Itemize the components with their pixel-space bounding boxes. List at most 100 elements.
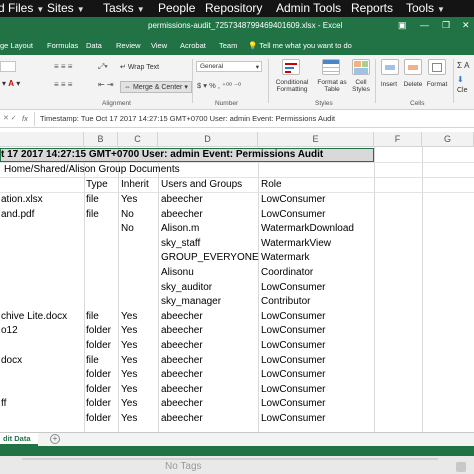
nav-item-repository[interactable]: Repository: [205, 1, 262, 15]
panel-handle[interactable]: [456, 462, 466, 472]
nav-item-admin-tools[interactable]: Admin Tools: [276, 1, 341, 15]
ribbon-tabs: ge Layout Formulas Data Review View Acro…: [0, 35, 474, 55]
number-format-dropdown[interactable]: General ▾: [196, 61, 262, 72]
role-cell: LowConsumer: [261, 354, 326, 366]
fill-color-icon[interactable]: ▾ A ▾: [2, 79, 20, 88]
tab-team[interactable]: Team: [219, 41, 237, 50]
user-cell: abeecher: [161, 340, 203, 351]
chevron-down-icon: ▼: [437, 5, 445, 14]
type-cell: folder: [86, 413, 112, 424]
tab-view[interactable]: View: [151, 41, 167, 50]
inherit-cell: Yes: [121, 340, 138, 351]
inherit-cell: No: [121, 208, 134, 220]
sheet-tab-bar: dit Data +: [0, 432, 474, 446]
role-cell: LowConsumer: [261, 413, 326, 424]
window-title: permissions-audit_7257348799469401609.xl…: [148, 21, 343, 30]
ribbon-display-icon[interactable]: ▣: [398, 20, 407, 31]
nav-item-reports[interactable]: Reports: [351, 1, 393, 15]
cells-group-label: Cells: [410, 100, 425, 107]
fill-icon[interactable]: ⬇: [457, 75, 464, 84]
column-header-g[interactable]: G: [422, 132, 474, 147]
audit-banner-text: t 17 2017 14:27:15 GMT+0700 User: admin …: [1, 149, 324, 160]
format-as-table-icon: [322, 59, 340, 75]
inherit-cell: Yes: [121, 354, 138, 366]
file-name-cell: ff: [1, 398, 7, 410]
orientation-icon[interactable]: ⤢▾: [98, 62, 108, 72]
minimize-icon[interactable]: —: [420, 20, 429, 30]
tab-review[interactable]: Review: [116, 41, 141, 50]
format-button[interactable]: Format: [424, 81, 450, 88]
align-left-icon[interactable]: ≡ ≡ ≡: [54, 80, 72, 89]
column-header-a[interactable]: [0, 132, 84, 147]
column-header-b[interactable]: B: [84, 132, 118, 147]
role-cell: LowConsumer: [261, 369, 326, 381]
merge-center-button[interactable]: ⇔ Merge & Center ▾: [120, 81, 192, 93]
autosum-icon[interactable]: Σ A: [457, 61, 470, 70]
sheet-tab-audit-data[interactable]: dit Data: [0, 433, 38, 446]
type-cell: folder: [86, 325, 112, 337]
inherit-cell: Yes: [121, 383, 138, 395]
number-group-label: Number: [215, 100, 239, 107]
role-cell: Coordinator: [261, 267, 314, 278]
restore-icon[interactable]: ❐: [442, 20, 450, 31]
tell-me-box[interactable]: 💡 Tell me what you want to do: [248, 41, 352, 50]
wrap-text-button[interactable]: ↵ Wrap Text: [120, 63, 159, 71]
tags-label: No Tags: [165, 461, 202, 472]
format-cells-icon: [428, 59, 446, 75]
currency-format-icon[interactable]: $ ▾ % , ⁺⁰⁰ ⁻⁰: [197, 81, 241, 90]
user-cell: abeecher: [161, 194, 203, 205]
tab-page-layout[interactable]: ge Layout: [0, 41, 33, 50]
role-cell: LowConsumer: [261, 325, 326, 337]
column-header-d[interactable]: D: [158, 132, 258, 147]
function-icon[interactable]: fx: [22, 114, 28, 123]
type-cell: file: [86, 194, 99, 205]
tab-formulas[interactable]: Formulas: [47, 41, 78, 50]
user-cell: abeecher: [161, 383, 203, 395]
type-cell: folder: [86, 398, 112, 410]
inherit-cell: Yes: [121, 398, 138, 410]
bottom-panel: No Tags: [0, 456, 474, 474]
indent-icon[interactable]: ⇤ ⇥: [98, 80, 114, 89]
cell-styles-icon: [352, 59, 370, 75]
insert-button[interactable]: Insert: [377, 81, 401, 88]
user-cell: abeecher: [161, 369, 203, 381]
formula-bar: ✕ ✓ fx Timestamp: Tue Oct 17 2017 14:27:…: [0, 110, 474, 128]
spreadsheet-grid[interactable]: B C D E F G t 17 2017 14:27:15 GMT+0700 …: [0, 128, 474, 432]
formula-input[interactable]: Timestamp: Tue Oct 17 2017 14:27:15 GMT+…: [40, 114, 335, 123]
user-cell: abeecher: [161, 398, 203, 410]
nav-item-files[interactable]: d Files ▼: [0, 1, 44, 15]
font-size-dropdown[interactable]: [0, 61, 16, 72]
column-header-e[interactable]: E: [258, 132, 374, 147]
nav-item-tools[interactable]: Tools ▼: [406, 1, 445, 15]
column-header-f[interactable]: F: [374, 132, 422, 147]
horizontal-scrollbar[interactable]: [22, 458, 438, 460]
align-top-icon[interactable]: ≡ ≡ ≡: [54, 62, 72, 71]
formula-cancel-icon[interactable]: ✕ ✓: [3, 114, 17, 122]
column-header-c[interactable]: C: [118, 132, 158, 147]
add-sheet-icon[interactable]: +: [50, 434, 60, 444]
tab-data[interactable]: Data: [86, 41, 102, 50]
type-cell: file: [86, 208, 99, 220]
format-as-table-button[interactable]: Format as Table: [314, 79, 350, 93]
role-cell: LowConsumer: [261, 194, 326, 205]
type-cell: file: [86, 354, 99, 366]
user-cell: abeecher: [161, 310, 203, 322]
header-role: Role: [261, 179, 282, 190]
conditional-formatting-button[interactable]: Conditional Formatting: [270, 79, 314, 93]
merge-icon: ⇔: [124, 84, 131, 91]
status-bar: [0, 446, 474, 456]
nav-item-tasks[interactable]: Tasks ▼: [103, 1, 145, 15]
inherit-cell: Yes: [121, 369, 138, 381]
chevron-down-icon: ▼: [76, 5, 85, 14]
cell-styles-button[interactable]: Cell Styles: [346, 79, 376, 93]
insert-cells-icon: [381, 59, 399, 75]
nav-item-sites[interactable]: Sites ▼: [47, 1, 85, 15]
user-cell: sky_staff: [161, 237, 201, 249]
close-icon[interactable]: ✕: [462, 20, 470, 31]
type-cell: folder: [86, 369, 112, 381]
chevron-down-icon: ▼: [36, 5, 45, 14]
nav-item-people[interactable]: People: [158, 1, 195, 15]
tab-acrobat[interactable]: Acrobat: [180, 41, 206, 50]
clear-button[interactable]: Cle: [457, 87, 468, 94]
delete-button[interactable]: Delete: [400, 81, 426, 88]
